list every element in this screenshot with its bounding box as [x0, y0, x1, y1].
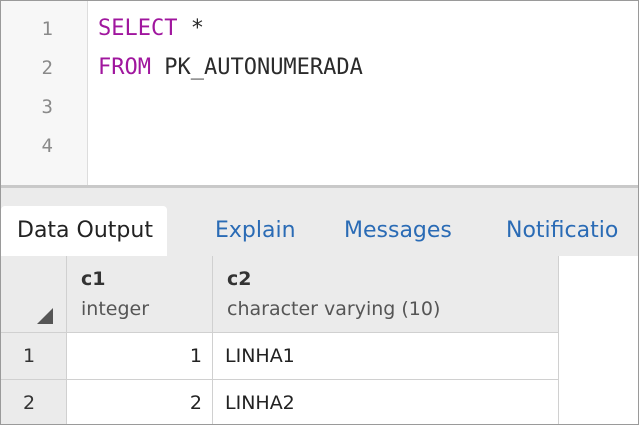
results-tab-bar: Data Output Explain Messages Notificatio [1, 188, 638, 256]
query-tool-window: 1 2 3 4 SELECT * FROM PK_AUTONUMERADA Da… [0, 0, 639, 425]
sql-keyword-from: FROM [98, 55, 151, 80]
code-text: * [177, 16, 204, 41]
code-line-1[interactable]: SELECT * [98, 17, 204, 41]
data-output-grid: c1 integer c2 character varying (10) 1 1… [1, 256, 638, 424]
table-cell-c2[interactable]: LINHA2 [213, 380, 559, 424]
column-header-c2[interactable]: c2 character varying (10) [213, 256, 559, 333]
corner-triangle-icon [37, 308, 53, 324]
line-number: 1 [41, 18, 53, 40]
select-all-corner[interactable] [1, 256, 67, 333]
tab-data-output[interactable]: Data Output [1, 206, 167, 256]
row-number[interactable]: 2 [1, 380, 67, 424]
column-type: integer [81, 298, 150, 320]
table-cell-c1[interactable]: 1 [67, 333, 213, 380]
table-cell-c2[interactable]: LINHA1 [213, 333, 559, 380]
line-number: 4 [41, 135, 53, 157]
column-type: character varying (10) [227, 298, 441, 320]
code-line-2[interactable]: FROM PK_AUTONUMERADA [98, 56, 363, 80]
column-name: c2 [227, 268, 252, 290]
tab-notifications[interactable]: Notificatio [506, 206, 618, 256]
sql-keyword-select: SELECT [98, 16, 178, 41]
row-number[interactable]: 1 [1, 333, 67, 380]
column-name: c1 [81, 268, 106, 290]
sql-editor[interactable]: 1 2 3 4 SELECT * FROM PK_AUTONUMERADA [1, 1, 638, 185]
code-text: PK_AUTONUMERADA [150, 55, 363, 80]
line-number: 3 [41, 96, 53, 118]
line-number: 2 [41, 57, 53, 79]
tab-messages[interactable]: Messages [344, 206, 452, 256]
table-cell-c1[interactable]: 2 [67, 380, 213, 424]
column-header-c1[interactable]: c1 integer [67, 256, 213, 333]
tab-explain[interactable]: Explain [215, 206, 296, 256]
line-number-gutter: 1 2 3 4 [1, 1, 88, 185]
